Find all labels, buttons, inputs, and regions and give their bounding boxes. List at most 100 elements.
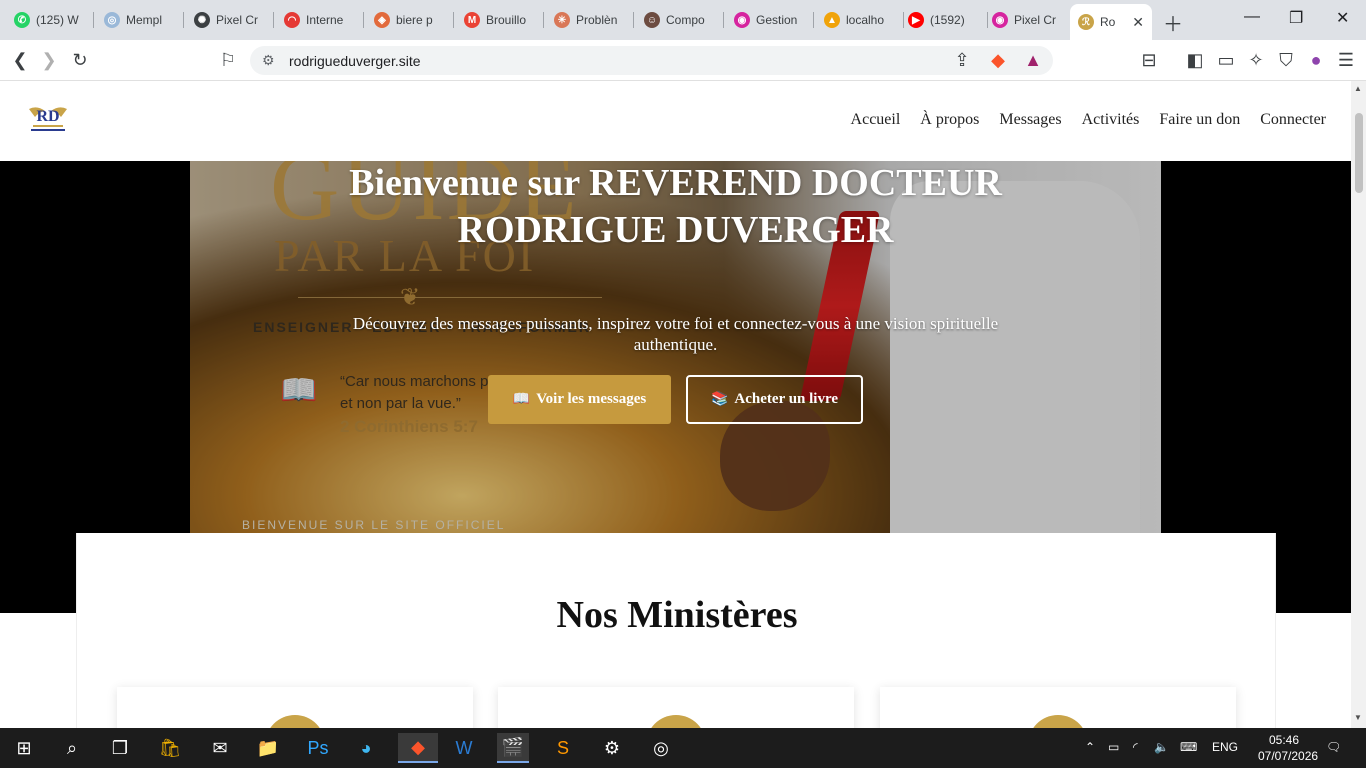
scroll-down-icon[interactable]: ▼ — [1354, 713, 1362, 722]
site-header: RD Accueil À propos Messages Activités F… — [0, 81, 1351, 161]
memplus-icon: ◎ — [104, 12, 120, 28]
site-logo[interactable]: RD — [25, 103, 71, 135]
menu-icon[interactable]: ☰ — [1336, 50, 1356, 70]
search-icon[interactable]: ⌕ — [56, 733, 88, 763]
address-bar[interactable]: ⚙ rodrigueduverger.site ⇪ ◆ ▲ — [250, 46, 1053, 75]
browser-toolbar: ❮ ❯ ↻ ⚐ ⚙ rodrigueduverger.site ⇪ ◆ ▲ ⊟ … — [0, 40, 1366, 81]
settings-gear-icon[interactable]: ⚙ — [596, 733, 628, 763]
windows-start-icon[interactable]: ⊞ — [8, 733, 40, 763]
nav-faire-un-don[interactable]: Faire un don — [1159, 111, 1240, 129]
youtube-icon: ▶ — [908, 12, 924, 28]
browser-tab[interactable]: ▲ localho — [816, 4, 904, 36]
word-icon[interactable]: W — [448, 733, 480, 763]
site-info-icon[interactable]: ⚙ — [262, 52, 275, 69]
browser-tab[interactable]: ✳ Problèn — [546, 4, 634, 36]
close-window-icon[interactable]: ✕ — [1336, 8, 1349, 28]
notifications-icon[interactable]: 🗨 — [1326, 740, 1341, 754]
wifi-icon[interactable]: ◜ — [1133, 740, 1138, 754]
sublime-text-icon[interactable]: S — [547, 733, 579, 763]
edge-icon[interactable]: ◕ — [350, 733, 382, 763]
ministry-card[interactable] — [117, 687, 473, 728]
browser-tab-active[interactable]: ℛ Ro ✕ — [1070, 4, 1152, 40]
photoshop-icon[interactable]: Ps — [302, 733, 334, 763]
media-app-icon[interactable]: 🎬 — [497, 733, 529, 763]
tab-title: Compo — [666, 13, 705, 27]
profile-icon[interactable]: ● — [1306, 50, 1326, 70]
mail-icon[interactable]: ✉ — [204, 733, 236, 763]
ministries-section: Nos Ministères — [76, 533, 1276, 728]
tab-title: Brouillo — [486, 13, 527, 27]
tab-title: Pixel Cr — [216, 13, 259, 27]
url-text: rodrigueduverger.site — [289, 53, 421, 69]
battery-icon[interactable]: ▭ — [1108, 740, 1119, 754]
brave-rewards-icon[interactable]: ▲ — [1023, 50, 1043, 70]
share-icon[interactable]: ⇪ — [952, 50, 972, 70]
reader-mode-icon[interactable]: ⊟ — [1139, 50, 1159, 70]
app-circle-icon[interactable]: ◎ — [645, 733, 677, 763]
nav-messages[interactable]: Messages — [999, 111, 1061, 129]
browser-tab[interactable]: ☺ Compo — [636, 4, 724, 36]
brave-browser-icon[interactable]: ◆ — [398, 733, 438, 763]
close-tab-icon[interactable]: ✕ — [1132, 14, 1144, 31]
windows-taskbar: ⊞ ⌕ ❐ 🛍 ✉ 📁 Ps ◕ ◆ W 🎬 S ⚙ ◎ ⌃ ▭ ◜ 🔈 ⌨ E… — [0, 728, 1366, 768]
reload-icon[interactable]: ↻ — [70, 50, 90, 70]
speedtest-icon: ◠ — [284, 12, 300, 28]
browser-tab[interactable]: M Brouillo — [456, 4, 544, 36]
sidebar-icon[interactable]: ◧ — [1185, 50, 1205, 70]
back-icon[interactable]: ❮ — [10, 50, 30, 70]
browser-tab[interactable]: ▶ (1592) — [900, 4, 988, 36]
store-icon[interactable]: 🛍 — [154, 733, 186, 763]
phpmyadmin-icon: ▲ — [824, 12, 840, 28]
tab-title: Ro — [1100, 15, 1116, 29]
vpn-icon[interactable]: ⛉ — [1276, 50, 1296, 70]
view-messages-button[interactable]: 📖 Voir les messages — [488, 375, 671, 424]
minimize-icon[interactable]: — — [1244, 8, 1260, 26]
brave-shield-icon[interactable]: ◆ — [988, 50, 1008, 70]
ministry-card-icon — [1028, 715, 1088, 728]
wallet-icon[interactable]: ▭ — [1216, 50, 1236, 70]
new-tab-icon[interactable]: ＋ — [1163, 8, 1183, 37]
keyboard-icon[interactable]: ⌨ — [1180, 740, 1197, 754]
gestion-icon: ◉ — [734, 12, 750, 28]
file-explorer-icon[interactable]: 📁 — [252, 733, 284, 763]
forward-icon[interactable]: ❯ — [39, 50, 59, 70]
tab-title: (1592) — [930, 13, 965, 27]
nav-accueil[interactable]: Accueil — [851, 111, 901, 129]
browser-tab[interactable]: ◠ Interne — [276, 4, 364, 36]
tab-title: Problèn — [576, 13, 618, 27]
browser-tab[interactable]: ◉ Gestion — [726, 4, 814, 36]
scrollbar-thumb[interactable] — [1355, 113, 1363, 193]
page-scrollbar[interactable]: ▲ ▼ — [1351, 81, 1366, 728]
nav-activites[interactable]: Activités — [1082, 111, 1140, 129]
clock[interactable]: 05:46 07/07/2026 — [1258, 732, 1318, 764]
hero-title: Bienvenue sur REVEREND DOCTEUR RODRIGUE … — [349, 162, 1002, 251]
language-indicator[interactable]: ENG — [1212, 740, 1238, 754]
gmail-icon: M — [464, 12, 480, 28]
leo-ai-icon[interactable]: ✧ — [1246, 50, 1266, 70]
browser-tab[interactable]: ◉ Pixel Cr — [984, 4, 1070, 36]
tab-title: Mempl — [126, 13, 163, 27]
books-stack-icon: 📚 — [710, 392, 729, 407]
task-view-icon[interactable]: ❐ — [104, 733, 136, 763]
nav-connecter[interactable]: Connecter — [1260, 111, 1326, 129]
ministry-card-icon — [265, 715, 325, 728]
bookmark-icon[interactable]: ⚐ — [218, 50, 238, 70]
hero-subtitle: Découvrez des messages puissants, inspir… — [352, 314, 999, 354]
browser-tab[interactable]: ✆ (125) W — [6, 4, 94, 36]
book-icon: 📖 — [512, 392, 531, 407]
ministry-card-icon — [646, 715, 706, 728]
nav-a-propos[interactable]: À propos — [920, 111, 979, 129]
ministry-card[interactable] — [498, 687, 854, 728]
browser-tab[interactable]: ◎ Mempl — [96, 4, 184, 36]
tray-chevron-up-icon[interactable]: ⌃ — [1085, 740, 1095, 754]
browser-tab[interactable]: ✺ Pixel Cr — [186, 4, 274, 36]
buy-book-button[interactable]: 📚 Acheter un livre — [686, 375, 863, 424]
tab-title: biere p — [396, 13, 433, 27]
scroll-up-icon[interactable]: ▲ — [1354, 84, 1362, 93]
volume-icon[interactable]: 🔈 — [1154, 740, 1169, 754]
browser-tab[interactable]: ◈ biere p — [366, 4, 454, 36]
tab-title: (125) W — [36, 13, 79, 27]
ministry-card[interactable] — [880, 687, 1236, 728]
composer-icon: ☺ — [644, 12, 660, 28]
restore-icon[interactable]: ❐ — [1289, 8, 1303, 28]
